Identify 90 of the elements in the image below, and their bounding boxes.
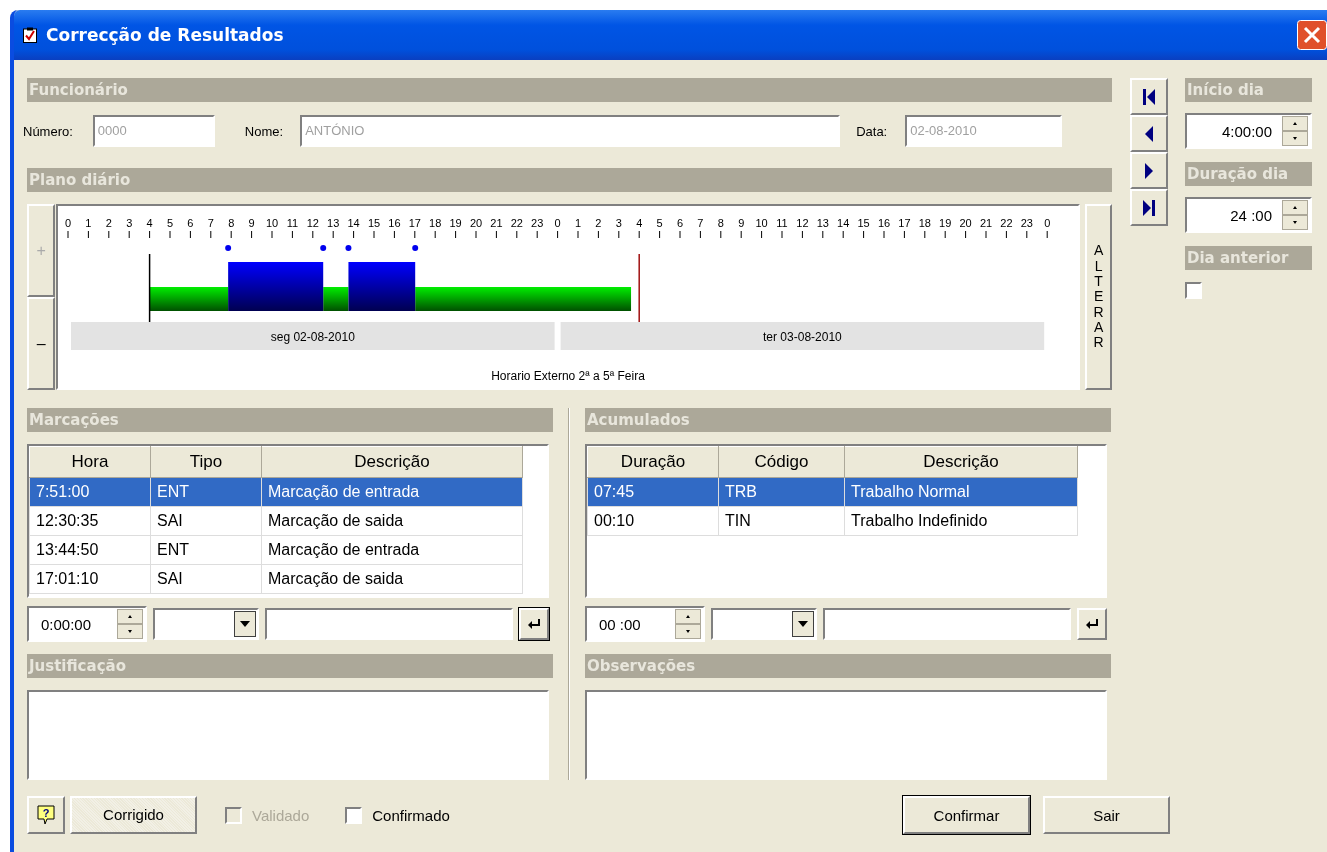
table-cell: 00:10: [587, 506, 719, 536]
status-label: Corrigido: [70, 796, 197, 834]
help-button[interactable]: ?: [27, 796, 65, 834]
checkbox-label: Validado: [252, 806, 310, 824]
column-header[interactable]: Duração: [587, 446, 719, 478]
section-header: Plano diário: [27, 168, 1112, 192]
window-title: Correcção de Resultados: [46, 25, 285, 45]
text-area[interactable]: [27, 690, 549, 780]
previous-icon: [1144, 124, 1154, 143]
first-icon: [1142, 87, 1156, 106]
table-cell: 7:51:00: [29, 477, 151, 507]
table-row[interactable]: 13:44:50 ENT Marcação de entrada: [29, 535, 523, 565]
checkbox[interactable]: [1185, 282, 1202, 299]
spinner-icon[interactable]: [117, 609, 143, 639]
section-header: Marcações: [27, 408, 553, 432]
table-cell: Trabalho Normal: [844, 477, 1078, 507]
change-button[interactable]: ALTERAR: [1085, 204, 1112, 390]
checkbox[interactable]: [345, 806, 363, 824]
punch-dot: [345, 245, 352, 251]
table-cell: Marcação de saida: [261, 564, 523, 594]
section-header: Dia anterior: [1185, 246, 1312, 270]
table-cell: Marcação de entrada: [261, 535, 523, 565]
table-cell: 07:45: [587, 477, 719, 507]
table-row[interactable]: 17:01:10 SAI Marcação de saida: [29, 564, 523, 594]
hour-ruler: 0 1 2 3 4 5 6 7 8 9 10 11 12 13 14 15 16 17 18 19 20 21 22 23 0 1 2 3 4 5 6 7 8 9 10 11 12 13 14 15 16 17 18 19 20 21 22 23 0: [65, 217, 1051, 239]
clipboard-check-icon: [22, 27, 38, 43]
spinner-icon[interactable]: [1282, 116, 1308, 146]
previous-button[interactable]: [1130, 115, 1168, 152]
table-cell: 12:30:35: [29, 506, 151, 536]
schedule-bar: [323, 287, 349, 311]
spinner-icon[interactable]: [675, 609, 701, 639]
day-start-line: [149, 253, 151, 323]
section-header: Funcionário: [27, 78, 1112, 102]
input-field[interactable]: [265, 608, 513, 640]
day-label: seg 02-08-2010: [271, 330, 356, 344]
column-header[interactable]: Código: [718, 446, 845, 478]
table-cell: Trabalho Indefinido: [844, 506, 1078, 536]
punch-dot: [225, 245, 232, 251]
field-label: Nome:: [244, 123, 284, 139]
section-header: Duração dia: [1185, 162, 1312, 186]
zoom-out-button[interactable]: –: [27, 297, 56, 390]
column-header[interactable]: Tipo: [150, 446, 262, 478]
dropdown[interactable]: [153, 608, 259, 640]
next-icon: [1144, 161, 1154, 180]
section-header: Justificação: [27, 654, 553, 678]
input-field[interactable]: [823, 608, 1071, 640]
table-row[interactable]: 7:51:00 ENT Marcação de entrada: [29, 477, 523, 507]
column-header[interactable]: Hora: [29, 446, 151, 478]
column-header[interactable]: Descrição: [844, 446, 1078, 478]
table-cell: SAI: [150, 564, 262, 594]
spinner-icon[interactable]: [1282, 200, 1308, 230]
table-cell: TIN: [718, 506, 845, 536]
section-header: Início dia: [1185, 78, 1312, 102]
exit-button[interactable]: Sair: [1043, 796, 1170, 834]
enter-icon: [527, 618, 541, 630]
close-icon[interactable]: [1297, 20, 1327, 50]
enter-icon: [1085, 618, 1099, 630]
last-icon: [1142, 198, 1156, 217]
dropdown[interactable]: [711, 608, 817, 640]
column-header[interactable]: Descrição: [261, 446, 523, 478]
first-button[interactable]: [1130, 78, 1168, 115]
table-cell: ENT: [150, 535, 262, 565]
field-label: Data:: [856, 123, 888, 139]
punch-dot: [412, 245, 419, 251]
next-button[interactable]: [1130, 152, 1168, 189]
punch-dot: [320, 245, 327, 251]
checkbox-label: Confirmado: [372, 806, 450, 824]
field-label: Número:: [23, 123, 73, 139]
section-header: Acumulados: [585, 408, 1111, 432]
last-button[interactable]: [1130, 189, 1168, 226]
table-row[interactable]: 00:10 TIN Trabalho Indefinido: [587, 506, 1078, 536]
day-label: ter 03-08-2010: [763, 330, 843, 344]
section-header: Observações: [585, 654, 1111, 678]
worked-bar: [348, 262, 416, 311]
help-icon: ?: [37, 805, 55, 825]
day-end-line: [638, 253, 641, 323]
table-cell: Marcação de entrada: [261, 477, 523, 507]
table-cell: TRB: [718, 477, 845, 507]
table-cell: 17:01:10: [29, 564, 151, 594]
table-cell: ENT: [150, 477, 262, 507]
table-row[interactable]: 07:45 TRB Trabalho Normal: [587, 477, 1078, 507]
table-cell: Marcação de saida: [261, 506, 523, 536]
schedule-name: Horario Externo 2ª a 5ª Feira: [491, 369, 646, 383]
text-area[interactable]: [585, 690, 1107, 780]
table-cell: SAI: [150, 506, 262, 536]
table-cell: 13:44:50: [29, 535, 151, 565]
enter-button[interactable]: [519, 608, 549, 640]
confirm-button[interactable]: Confirmar: [903, 796, 1030, 834]
enter-button[interactable]: [1077, 608, 1107, 640]
table-row[interactable]: 12:30:35 SAI Marcação de saida: [29, 506, 523, 536]
